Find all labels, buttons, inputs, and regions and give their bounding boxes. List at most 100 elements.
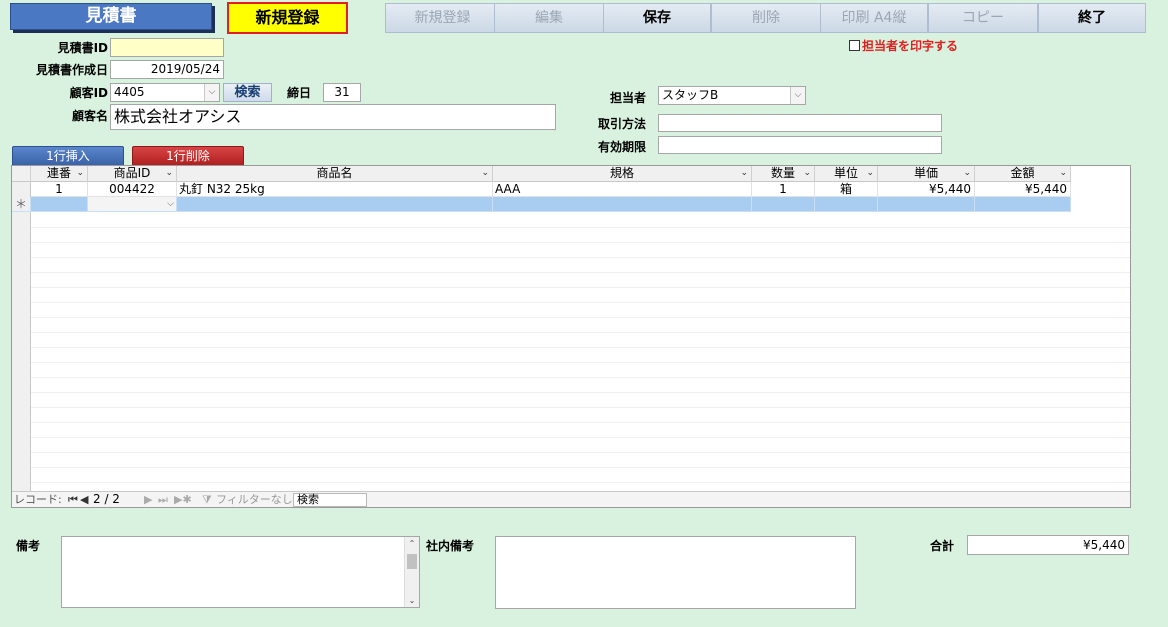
cell-product-id-combo[interactable]: ⌵	[88, 197, 177, 212]
mode-indicator: 新規登録	[227, 2, 348, 34]
grid-header: 連番 ⌄ 商品ID ⌄ 商品名 ⌄ 規格 ⌄ 数量 ⌄ 単位 ⌄ 単価 ⌄ 金額 ⌄	[12, 166, 1071, 182]
column-header-product-id[interactable]: 商品ID ⌄	[88, 166, 177, 182]
next-record-icon[interactable]: ▶	[144, 492, 152, 507]
cell-spec[interactable]: AAA	[493, 182, 752, 197]
customer-id-label: 顧客ID	[69, 86, 108, 100]
created-date-label: 見積書作成日	[35, 63, 108, 77]
validity-field[interactable]	[658, 136, 942, 154]
grid-corner[interactable]	[12, 166, 31, 182]
customer-id-value: 4405	[114, 85, 145, 99]
validity-label: 有効期限	[597, 140, 646, 154]
cell-qty[interactable]	[752, 197, 815, 212]
cell-seq[interactable]	[31, 197, 88, 212]
remarks-label: 備考	[16, 539, 41, 553]
created-date-field[interactable]: 2019/05/24	[110, 60, 224, 79]
internal-remarks-textarea[interactable]	[495, 536, 856, 609]
checkbox-icon[interactable]	[849, 40, 860, 51]
column-header-label: 金額	[1010, 166, 1035, 180]
column-header-product-name[interactable]: 商品名 ⌄	[177, 166, 493, 182]
record-position-input[interactable]: 2 / 2	[90, 493, 142, 507]
column-header-label: 単位	[833, 166, 858, 180]
estimate-lines-grid[interactable]: 連番 ⌄ 商品ID ⌄ 商品名 ⌄ 規格 ⌄ 数量 ⌄ 単位 ⌄ 単価 ⌄ 金額 ⌄ 1 004…	[11, 165, 1131, 508]
previous-record-icon[interactable]: ◀	[80, 492, 88, 507]
chevron-down-icon[interactable]: ⌄	[963, 166, 971, 181]
estimate-id-label: 見積書ID	[57, 41, 108, 55]
filter-status[interactable]: フィルターなし	[216, 492, 293, 507]
record-label: レコード:	[14, 493, 62, 506]
print-staff-label: 担当者を印字する	[862, 39, 959, 53]
column-header-seq[interactable]: 連番 ⌄	[31, 166, 88, 182]
customer-id-combo[interactable]: 4405 ⌵	[110, 83, 220, 102]
chevron-down-icon[interactable]: ⌄	[481, 166, 489, 181]
cell-unit[interactable]	[815, 197, 878, 212]
search-input[interactable]: 検索	[293, 493, 367, 507]
delete-button[interactable]: 削除	[711, 3, 821, 33]
insert-row-button[interactable]: 1行挿入	[12, 146, 124, 166]
chevron-down-icon[interactable]: ⌵	[790, 87, 805, 104]
payment-method-field[interactable]	[658, 114, 942, 132]
cell-price[interactable]	[878, 197, 975, 212]
copy-button[interactable]: コピー	[928, 3, 1038, 33]
column-header-label: 商品ID	[113, 166, 151, 180]
chevron-down-icon[interactable]: ⌄	[803, 166, 811, 181]
cell-amount[interactable]: ¥5,440	[975, 182, 1071, 197]
chevron-down-icon[interactable]: ⌄	[76, 166, 84, 181]
cell-spec[interactable]	[493, 197, 752, 212]
cell-unit[interactable]: 箱	[815, 182, 878, 197]
cell-product-id[interactable]: 004422	[88, 182, 177, 197]
staff-combo[interactable]: スタッフB ⌵	[658, 86, 806, 105]
column-header-qty[interactable]: 数量 ⌄	[752, 166, 815, 182]
customer-name-field[interactable]: 株式会社オアシス	[110, 104, 556, 130]
remarks-textarea[interactable]: ⌃ ⌄	[61, 536, 420, 608]
column-header-spec[interactable]: 規格 ⌄	[493, 166, 752, 182]
column-header-price[interactable]: 単価 ⌄	[878, 166, 975, 182]
last-record-icon[interactable]: ⏭	[158, 492, 168, 507]
new-record-row[interactable]: ＊ ⌵	[12, 197, 1071, 212]
scrollbar-thumb[interactable]	[407, 554, 417, 569]
staff-value: スタッフB	[662, 88, 719, 102]
new-record-icon[interactable]: ▶✱	[174, 492, 192, 507]
column-header-unit[interactable]: 単位 ⌄	[815, 166, 878, 182]
filter-icon[interactable]: ⧩	[202, 492, 212, 507]
table-row[interactable]: 1 004422 丸釘 N32 25kg AAA 1 箱 ¥5,440 ¥5,4…	[12, 182, 1071, 197]
staff-label: 担当者	[609, 91, 646, 105]
chevron-down-icon[interactable]: ⌄	[1059, 166, 1067, 181]
cell-amount[interactable]	[975, 197, 1071, 212]
first-record-icon[interactable]: ⏮	[68, 492, 78, 507]
column-header-label: 商品名	[316, 166, 353, 180]
cell-seq[interactable]: 1	[31, 182, 88, 197]
print-a4-button[interactable]: 印刷 A4縦	[820, 3, 928, 33]
chevron-down-icon[interactable]: ⌄	[405, 596, 419, 605]
form-title: 見積書	[10, 3, 212, 30]
cell-qty[interactable]: 1	[752, 182, 815, 197]
customer-name-label: 顧客名	[71, 109, 108, 123]
total-label: 合計	[930, 539, 955, 553]
customer-search-button[interactable]: 検索	[223, 83, 272, 102]
column-header-label: 単価	[913, 166, 938, 180]
chevron-down-icon[interactable]: ⌵	[167, 197, 174, 211]
estimate-id-field[interactable]	[110, 38, 224, 57]
cell-product-name[interactable]	[177, 197, 493, 212]
chevron-down-icon[interactable]: ⌵	[204, 84, 219, 101]
exit-button[interactable]: 終了	[1038, 3, 1146, 33]
cell-price[interactable]: ¥5,440	[878, 182, 975, 197]
print-staff-checkbox[interactable]: 担当者を印字する	[849, 37, 958, 54]
chevron-down-icon[interactable]: ⌄	[165, 166, 173, 181]
column-header-amount[interactable]: 金額 ⌄	[975, 166, 1071, 182]
chevron-up-icon[interactable]: ⌃	[405, 539, 419, 548]
chevron-down-icon[interactable]: ⌄	[866, 166, 874, 181]
delete-row-button[interactable]: 1行削除	[132, 146, 244, 166]
column-header-label: 連番	[46, 166, 71, 180]
new-record-button[interactable]: 新規登録	[385, 3, 500, 33]
chevron-down-icon[interactable]: ⌄	[740, 166, 748, 181]
save-button[interactable]: 保存	[603, 3, 711, 33]
remarks-scrollbar[interactable]: ⌃ ⌄	[404, 537, 419, 607]
closing-day-field[interactable]: 31	[323, 83, 361, 102]
column-header-label: 規格	[609, 166, 634, 180]
cell-product-name[interactable]: 丸釘 N32 25kg	[177, 182, 493, 197]
record-navigation-bar: レコード: ⏮ ◀ 2 / 2 ▶ ⏭ ▶✱ ⧩ フィルターなし 検索	[12, 491, 1130, 507]
record-selector-column[interactable]	[12, 182, 31, 507]
closing-day-label: 締日	[287, 86, 312, 100]
new-row-marker-icon: ＊	[12, 197, 31, 212]
edit-button[interactable]: 編集	[494, 3, 604, 33]
